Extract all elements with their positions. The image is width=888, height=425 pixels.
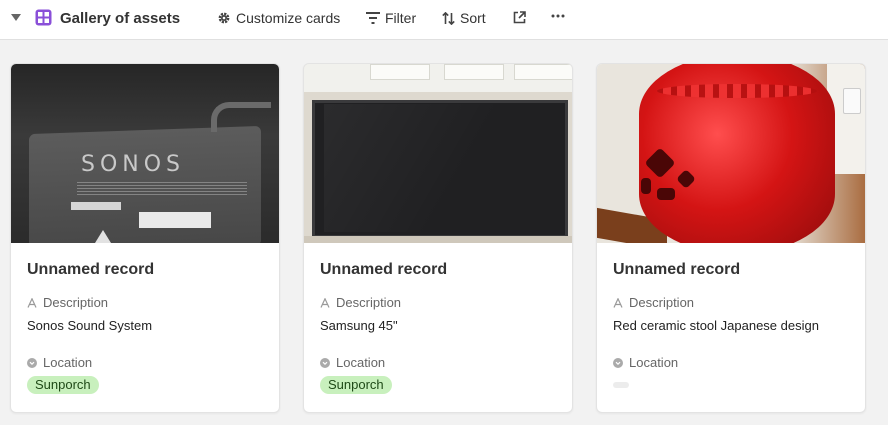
text-field-icon: [320, 297, 330, 308]
record-photo: [597, 64, 865, 243]
record-photo: SONOS: [11, 64, 279, 243]
location-field-label: Location: [320, 355, 385, 370]
sort-icon: [442, 11, 455, 25]
record-photo: [304, 64, 572, 243]
gallery-card[interactable]: Unnamed record Description Red ceramic s…: [596, 63, 866, 413]
share-view-button[interactable]: [513, 11, 531, 24]
description-value: Red ceramic stool Japanese design: [613, 318, 819, 333]
location-field-label: Location: [27, 355, 92, 370]
description-field-label: Description: [613, 295, 694, 310]
location-tag: Sunporch: [320, 376, 392, 394]
gallery-view-icon: [35, 9, 52, 26]
description-value: Samsung 45": [320, 318, 398, 333]
customize-cards-label: Customize cards: [236, 10, 341, 26]
sort-button[interactable]: Sort: [442, 10, 486, 26]
view-toolbar: Gallery of assets Customize cards Filter…: [0, 0, 888, 40]
gear-icon: [218, 12, 230, 24]
record-title: Unnamed record: [613, 261, 741, 278]
single-select-icon: [320, 357, 330, 368]
more-icon: [551, 14, 565, 18]
sort-label: Sort: [460, 10, 486, 26]
filter-label: Filter: [385, 10, 417, 26]
filter-button[interactable]: Filter: [366, 10, 416, 26]
text-field-icon: [613, 297, 623, 308]
description-value: Sonos Sound System: [27, 318, 153, 333]
record-title: Unnamed record: [27, 261, 155, 278]
location-tag: Sunporch: [27, 376, 99, 394]
customize-cards-button[interactable]: Customize cards: [217, 10, 340, 26]
description-field-label: Description: [320, 295, 401, 310]
collapse-caret-icon[interactable]: [11, 14, 21, 21]
description-field-label: Description: [27, 295, 108, 310]
gallery-card[interactable]: SONOS Unnamed record Description Sonos S…: [10, 63, 280, 413]
record-title: Unnamed record: [320, 261, 448, 278]
location-tag-empty: [613, 382, 629, 388]
single-select-icon: [27, 357, 37, 368]
view-name[interactable]: Gallery of assets: [60, 10, 180, 27]
more-options-button[interactable]: [551, 9, 570, 23]
gallery-card[interactable]: Unnamed record Description Samsung 45" L…: [303, 63, 573, 413]
filter-icon: [366, 12, 380, 24]
location-field-label: Location: [613, 355, 678, 370]
text-field-icon: [27, 297, 37, 308]
external-link-icon: [513, 11, 526, 24]
single-select-icon: [613, 357, 623, 368]
photo-brand-text: SONOS: [81, 152, 186, 177]
